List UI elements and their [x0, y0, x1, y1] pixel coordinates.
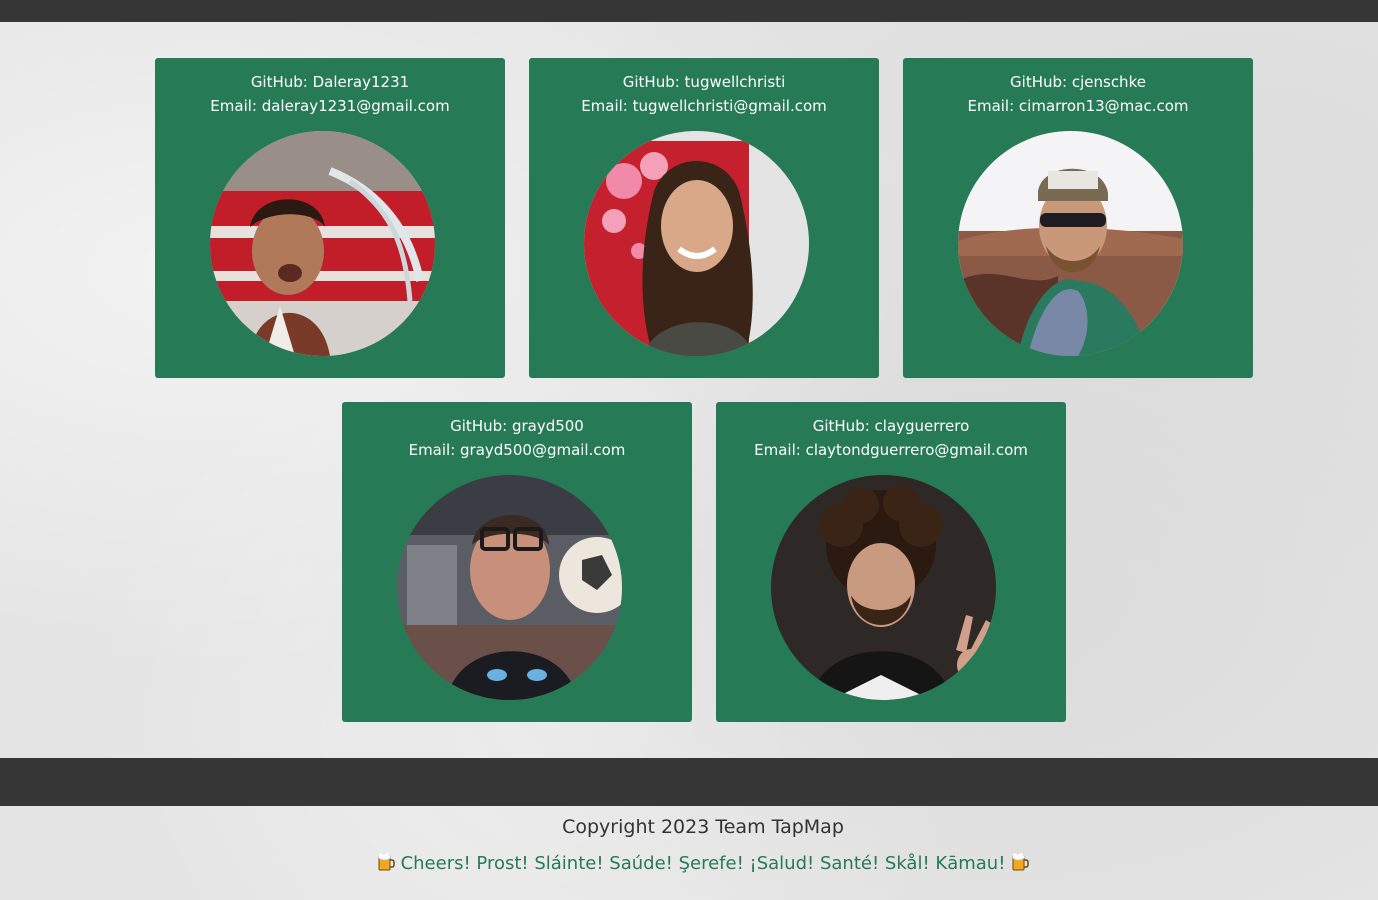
- team-member-card: GitHub: tugwellchristi Email: tugwellchr…: [529, 58, 879, 378]
- email-address: Email: tugwellchristi@gmail.com: [581, 97, 827, 115]
- team-member-card: GitHub: clayguerrero Email: claytondguer…: [716, 402, 1066, 722]
- github-username: GitHub: clayguerrero: [812, 417, 970, 435]
- email-address: Email: grayd500@gmail.com: [408, 441, 626, 459]
- email-address: Email: claytondguerrero@gmail.com: [754, 441, 1028, 459]
- team-member-card: GitHub: Daleray1231 Email: daleray1231@g…: [155, 58, 505, 378]
- team-member-card: GitHub: grayd500 Email: grayd500@gmail.c…: [342, 402, 692, 722]
- github-username: GitHub: tugwellchristi: [622, 73, 786, 91]
- avatar: [958, 131, 1183, 356]
- email-address: Email: cimarron13@mac.com: [967, 97, 1189, 115]
- page: GitHub: Daleray1231 Email: daleray1231@g…: [0, 0, 1378, 900]
- beer-mug-icon: [377, 852, 395, 872]
- footer-bar: [0, 758, 1378, 806]
- beer-mug-icon: [1011, 852, 1029, 872]
- team-member-card: GitHub: cjenschke Email: cimarron13@mac.…: [903, 58, 1253, 378]
- cheers-line: Cheers! Prost! Sláinte! Saúde! Şerefe! ¡…: [14, 852, 1378, 874]
- github-username: GitHub: Daleray1231: [250, 73, 410, 91]
- github-username: GitHub: grayd500: [450, 417, 584, 435]
- email-address: Email: daleray1231@gmail.com: [210, 97, 450, 115]
- avatar: [397, 475, 622, 700]
- copyright-text: Copyright 2023 Team TapMap: [562, 816, 844, 838]
- github-username: GitHub: cjenschke: [1010, 73, 1146, 91]
- avatar: [584, 131, 809, 356]
- cheers-text: Cheers! Prost! Sláinte! Saúde! Şerefe! ¡…: [400, 853, 1006, 874]
- header-bar: [0, 0, 1378, 22]
- avatar: [771, 475, 996, 700]
- avatar: [210, 131, 435, 356]
